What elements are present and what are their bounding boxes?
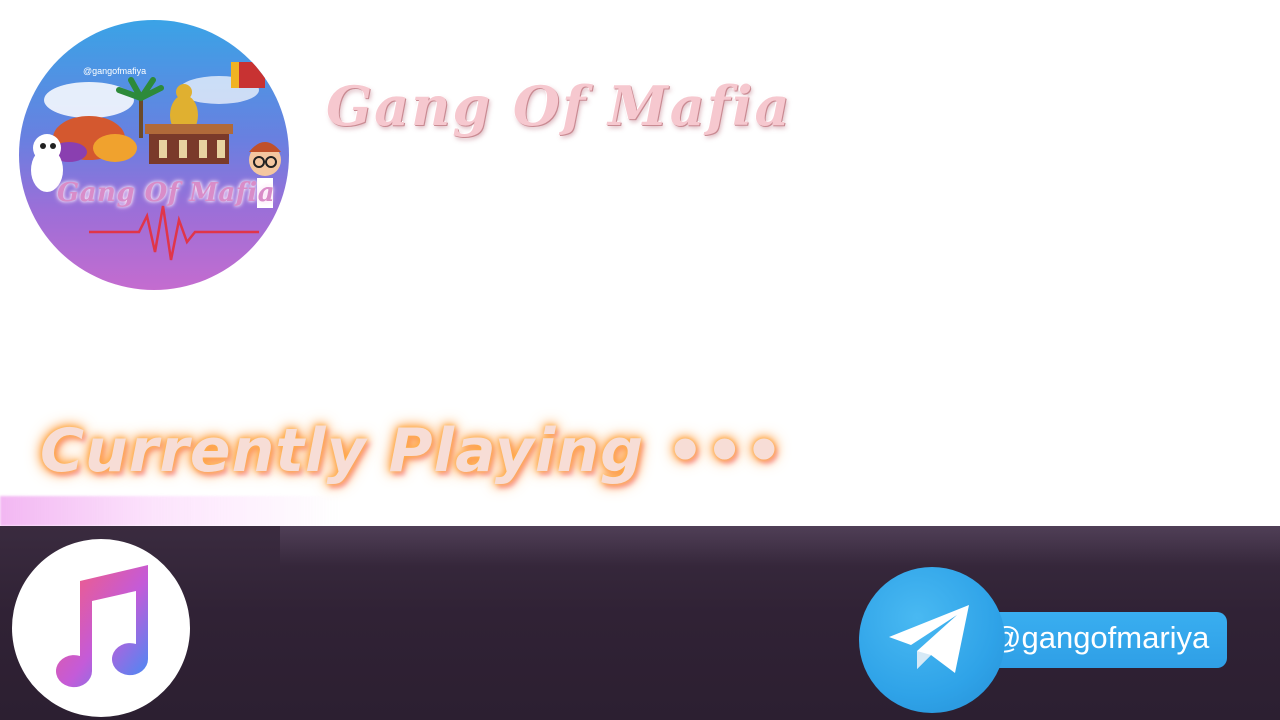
page-title: Gang Of Mafia [326, 74, 792, 138]
telegram-button[interactable] [859, 567, 1005, 713]
logo-text: Gang Of Mafia [57, 178, 276, 208]
logo-artwork [31, 62, 281, 261]
music-note-icon [56, 565, 149, 688]
telegram-plane-icon [889, 605, 969, 673]
glow-streak [0, 496, 340, 526]
now-playing-label: Currently Playing ••• [40, 416, 785, 486]
logo-handle: @gangofmafiya [83, 66, 147, 76]
channel-logo: @gangofmafiya Gang Of Mafia [19, 20, 289, 290]
apple-music-button[interactable] [12, 539, 190, 717]
telegram-handle[interactable]: @gangofmariya [990, 620, 1209, 656]
